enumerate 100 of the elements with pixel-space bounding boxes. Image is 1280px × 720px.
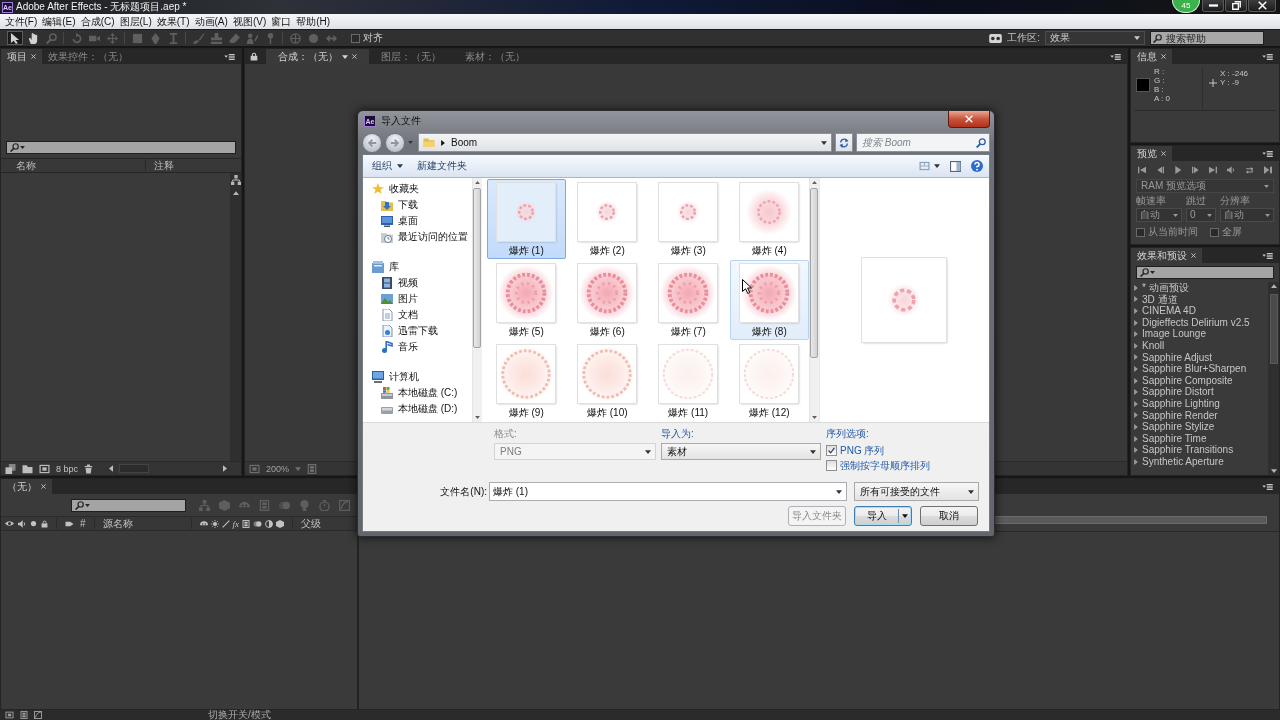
expand-icon[interactable] — [1134, 377, 1138, 384]
graph-icon[interactable] — [34, 711, 42, 719]
panel-menu-icon[interactable] — [1262, 53, 1273, 60]
nav-item[interactable]: 文档 — [372, 307, 472, 323]
sun-icon[interactable] — [210, 519, 219, 528]
nav-item[interactable]: 音乐 — [372, 339, 472, 355]
eye-icon[interactable] — [5, 519, 14, 528]
effect-category[interactable]: Digieffects Delirium v2.5 — [1134, 316, 1268, 329]
file-tile[interactable]: 爆炸 (4) — [729, 179, 809, 259]
help-search-field[interactable]: 搜索帮助 — [1150, 31, 1264, 45]
panel-tab[interactable]: 信息 — [1131, 49, 1172, 64]
overlapping-circles-icon[interactable] — [253, 519, 263, 528]
chevron-icon[interactable] — [441, 139, 445, 146]
file-type-dropdown[interactable]: 所有可接受的文件 — [854, 482, 979, 501]
film-frame-icon[interactable] — [242, 519, 251, 528]
panel-menu-icon[interactable] — [1262, 150, 1273, 157]
scroll-up-icon[interactable] — [1270, 284, 1277, 288]
close-icon[interactable] — [1161, 151, 1166, 156]
hexagon-icon[interactable] — [276, 519, 285, 528]
caret-icon[interactable] — [821, 140, 827, 145]
face-icon[interactable] — [199, 519, 208, 528]
nav-item[interactable]: 本地磁盘 (D:) — [372, 401, 472, 417]
expand-icon[interactable] — [1134, 423, 1138, 430]
file-tile[interactable]: 爆炸 (3) — [648, 179, 728, 259]
menu-item[interactable]: 效果(T) — [154, 14, 193, 29]
expand-icon[interactable] — [1134, 400, 1138, 407]
panel-tab[interactable]: 项目 — [1, 49, 42, 64]
close-icon[interactable] — [1161, 54, 1166, 59]
close-icon[interactable] — [41, 484, 46, 489]
tool-button[interactable] — [7, 31, 23, 45]
effect-category[interactable]: Sapphire Composite — [1134, 374, 1268, 387]
nav-item[interactable]: 库 — [372, 259, 472, 275]
nav-item[interactable]: 图片 — [372, 291, 472, 307]
menu-item[interactable]: 视图(V) — [230, 14, 269, 29]
slash-icon[interactable] — [221, 519, 230, 528]
effect-category[interactable]: Knoll — [1134, 339, 1268, 352]
panel-tab[interactable]: 图层：（无） — [369, 49, 453, 64]
nav-item[interactable]: 桌面 — [372, 213, 472, 229]
overlapping-squares-icon[interactable] — [5, 463, 16, 474]
file-tile[interactable]: 爆炸 (6) — [567, 260, 647, 340]
breadcrumb-item[interactable]: Boom — [451, 137, 478, 148]
scroll-right-icon[interactable] — [223, 465, 227, 472]
minimize-button[interactable] — [1202, 0, 1224, 12]
panel-tab[interactable]: 效果控件：（无） — [42, 49, 134, 64]
caret-icon[interactable] — [836, 489, 842, 494]
layer-search-field[interactable] — [71, 498, 186, 512]
nav-item[interactable]: 迅雷下载 — [372, 323, 472, 339]
scroll-down-icon[interactable] — [811, 416, 817, 419]
scroll-down-icon[interactable] — [474, 416, 480, 419]
forward-button[interactable] — [385, 132, 405, 153]
expand-icon[interactable] — [1134, 284, 1138, 291]
panel-menu-icon[interactable] — [224, 53, 235, 60]
scroll-thumb[interactable] — [1269, 294, 1278, 364]
effect-category[interactable]: Sapphire Adjust — [1134, 351, 1268, 364]
import-as-dropdown[interactable]: 素材 — [661, 443, 821, 460]
expand-icon[interactable] — [1134, 435, 1138, 442]
scroll-thumb[interactable] — [810, 188, 819, 358]
file-tile[interactable]: 爆炸 (2) — [567, 179, 647, 259]
file-tile[interactable]: 爆炸 (10) — [567, 341, 647, 421]
file-tile[interactable]: 爆炸 (1) — [486, 179, 566, 259]
expand-icon[interactable] — [1134, 296, 1138, 303]
close-icon[interactable] — [1191, 253, 1196, 258]
effect-category[interactable]: Image Lounge — [1134, 328, 1268, 340]
switches-modes-toggle[interactable]: 切换开关/模式 — [208, 710, 271, 720]
effect-category[interactable]: Sapphire Lighting — [1134, 397, 1268, 410]
menu-item[interactable]: 动画(A) — [192, 14, 231, 29]
frame-icon[interactable] — [5, 711, 14, 719]
effect-category[interactable]: Sapphire Distort — [1134, 386, 1268, 398]
expand-icon[interactable] — [1134, 458, 1138, 465]
panel-menu-icon[interactable] — [1262, 483, 1273, 490]
checkbox[interactable] — [351, 33, 360, 43]
refresh-button[interactable] — [835, 133, 853, 152]
effect-category[interactable]: Synthetic Aperture — [1134, 455, 1268, 468]
frame-icon[interactable] — [39, 463, 50, 474]
scroll-up-icon[interactable] — [474, 181, 480, 184]
trash-icon[interactable] — [84, 463, 94, 474]
effects-search-field[interactable] — [1136, 266, 1274, 279]
effect-category[interactable]: Sapphire Transitions — [1134, 444, 1268, 456]
view-button[interactable] — [919, 161, 940, 171]
nav-item[interactable]: 视频 — [372, 275, 472, 291]
lock-icon[interactable] — [250, 52, 258, 61]
column-header[interactable]: 父级 — [301, 516, 322, 531]
effect-category[interactable]: * 动画预设 — [1134, 282, 1268, 294]
half-circle-icon[interactable] — [265, 519, 274, 528]
lock-icon[interactable] — [41, 519, 48, 528]
effect-category[interactable]: Sapphire Blur+Sharpen — [1134, 363, 1268, 375]
scrollbar[interactable] — [230, 173, 241, 461]
column-header[interactable]: 源名称 — [102, 516, 183, 531]
column-header[interactable]: # — [80, 518, 86, 529]
close-button[interactable] — [1248, 0, 1276, 12]
restore-button[interactable] — [1225, 0, 1247, 12]
cassette-icon[interactable] — [989, 33, 1003, 43]
expand-icon[interactable] — [1134, 319, 1138, 326]
nav-item[interactable]: 计算机 — [372, 369, 472, 385]
expand-icon[interactable] — [1134, 412, 1138, 419]
effect-category[interactable]: Sapphire Stylize — [1134, 421, 1268, 433]
checkbox[interactable] — [826, 445, 837, 456]
speaker-icon[interactable] — [18, 519, 26, 528]
checkbox[interactable] — [826, 460, 837, 471]
back-button[interactable] — [362, 132, 382, 153]
